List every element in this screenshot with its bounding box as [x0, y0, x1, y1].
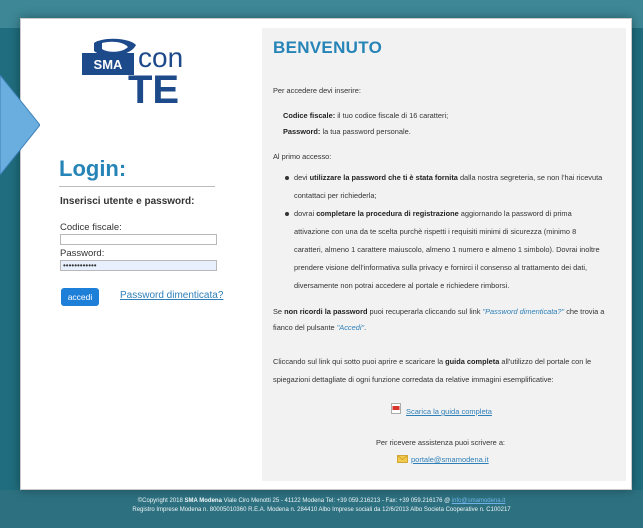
forgot-text-line1: Se non ricordi la password puoi recupera… [273, 306, 604, 317]
codice-fiscale-label: Codice fiscale: [60, 222, 122, 233]
accedi-button[interactable]: accedi [61, 288, 99, 306]
bullet2-line4: prendere visione dell'informativa sulla … [294, 263, 588, 272]
intro-text: Per accedere devi inserire: [273, 86, 361, 95]
svg-text:SMA: SMA [94, 57, 124, 72]
footer-line1: ©Copyright 2018 SMA Modena Viale Ciro Me… [0, 498, 643, 504]
password-label: Password: [60, 248, 105, 259]
guide-text-line1: Cliccando sul link qui sotto puoi aprire… [273, 356, 591, 367]
footer-address: Viale Ciro Menotti 25 - 41122 Modena Tel… [221, 498, 452, 504]
bullet1-pre: devi [294, 173, 310, 182]
download-guide-link[interactable]: Scarica la guida completa [406, 407, 492, 416]
bullet-dot [285, 212, 289, 216]
smaconte-logo: SMA con TE [82, 38, 183, 105]
welcome-title: BENVENUTO [273, 38, 383, 57]
bullet1-post: dalla nostra segreteria, se non l'hai ri… [457, 173, 603, 182]
guide-bold: guida completa [445, 357, 500, 366]
assistance-text: Per ricevere assistenza puoi scrivere a: [376, 438, 505, 447]
field1-line: Codice fiscale: il tuo codice fiscale di… [283, 110, 448, 121]
forgot-bold: non ricordi la password [284, 307, 368, 316]
login-divider [59, 186, 215, 187]
envelope-icon [397, 455, 408, 463]
svg-text:TE: TE [128, 68, 179, 105]
bullet2-line5: diversamente non potrai accedere al port… [294, 281, 510, 290]
email-link[interactable]: portale@smamodena.it [411, 455, 489, 464]
field2-rest: la tua password personale. [320, 127, 411, 136]
password-input[interactable]: •••••••••••• [60, 260, 217, 271]
forgot-line2-pre: fianco del pulsante [273, 323, 337, 332]
password-dimenticata-link[interactable]: Password dimenticata? [120, 290, 223, 301]
footer-email-link[interactable]: info@smamodena.it [452, 498, 505, 504]
bullet1-line1: devi utilizzare la password che ti è sta… [294, 172, 602, 183]
bullet1-bold: utilizzare la password che ti è stata fo… [309, 173, 458, 182]
accedi-inline-link[interactable]: "Accedi" [337, 323, 364, 332]
forgot-inline-link[interactable]: "Password dimenticata?" [483, 307, 565, 316]
field2-line: Password: la tua password personale. [283, 126, 411, 137]
forgot-pre: Se [273, 307, 285, 316]
forgot-post: che trovia a [564, 307, 605, 316]
bullet2-line3: caratteri, almeno 1 carattere maiuscolo,… [294, 245, 600, 254]
field1-rest: il tuo codice fiscale di 16 caratteri; [335, 111, 449, 120]
guide-pre: Cliccando sul link qui sotto puoi aprire… [273, 357, 446, 366]
bullet2-pre: dovrai [294, 209, 317, 218]
forgot-line2-post: . [364, 323, 367, 332]
login-title: Login: [59, 156, 127, 181]
field1-bold: Codice fiscale: [283, 111, 336, 120]
footer-company: SMA Modena [184, 498, 222, 504]
codice-fiscale-input[interactable] [60, 234, 217, 245]
login-subtitle: Inserisci utente e password: [60, 196, 195, 207]
forgot-mid: puoi recuperarla cliccando sul link [367, 307, 483, 316]
footer-line2: Registro Imprese Modena n. 80005010360 R… [132, 507, 511, 513]
guide-post: all'utilizzo del portale con le [499, 357, 592, 366]
pdf-icon [391, 403, 401, 414]
forgot-text-line2: fianco del pulsante "Accedi". [273, 322, 366, 333]
bullet-dot [285, 176, 289, 180]
footer-pre: ©Copyright 2018 [137, 498, 185, 504]
bullet2-post: aggiornando la password di prima [458, 209, 572, 218]
field2-bold: Password: [283, 127, 321, 136]
arrow-pointer-icon [0, 75, 40, 175]
first-access-text: Al primo accesso: [273, 152, 332, 161]
bullet2-bold: completare la procedura di registrazione [316, 209, 459, 218]
bullet2-line2: attivazione con una da te scelta purchè … [294, 227, 577, 236]
bullet2-line1: dovrai completare la procedura di regist… [294, 208, 572, 219]
guide-text-line2: spiegazioni dettagliate di ogni funzione… [273, 375, 554, 384]
bullet1-line2: contattaci per richiederla; [294, 191, 377, 200]
